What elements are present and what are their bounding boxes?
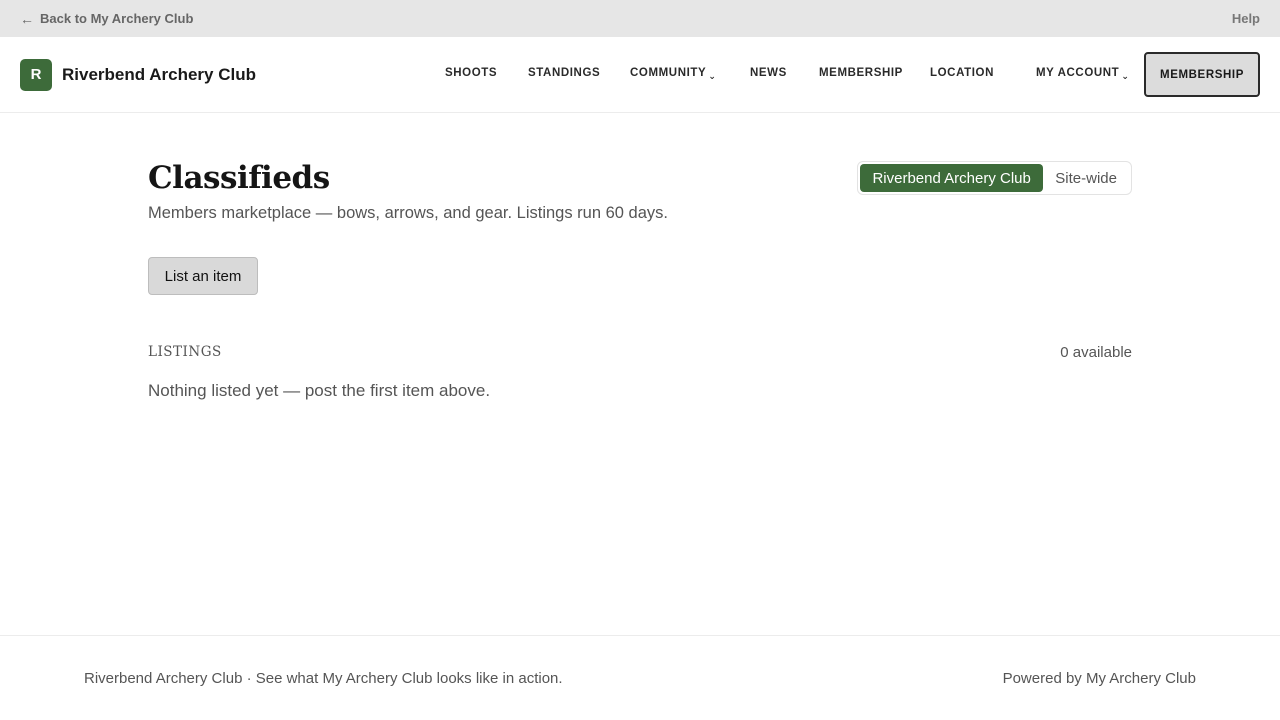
back-to-site-link[interactable]: ← Back to My Archery Club — [20, 11, 193, 27]
nav-item-shoots[interactable]: SHOOTS — [445, 67, 497, 79]
page-title: Classifieds — [148, 160, 330, 196]
nav-menu: SHOOTS STANDINGS COMMUNITY ⌄ NEWS MEMBERS… — [0, 37, 1280, 113]
main-navbar: R Riverbend Archery Club SHOOTS STANDING… — [0, 37, 1280, 113]
top-utility-bar: ← Back to My Archery Club Help — [0, 0, 1280, 37]
powered-by-link[interactable]: Powered by My Archery Club — [1003, 670, 1196, 687]
scope-option-club[interactable]: Riverbend Archery Club — [860, 164, 1044, 192]
nav-item-my-account[interactable]: MY ACCOUNT ⌄ — [1036, 67, 1130, 81]
nav-item-news[interactable]: NEWS — [750, 67, 787, 79]
help-link[interactable]: Help — [1232, 11, 1260, 26]
listings-count: 0 available — [1060, 344, 1132, 361]
empty-listings-message: Nothing listed yet — post the first item… — [148, 381, 491, 400]
nav-item-my-account-label: MY ACCOUNT — [1036, 67, 1120, 79]
chevron-down-icon: ⌄ — [1121, 71, 1130, 81]
scope-toggle: Riverbend Archery Club Site-wide — [857, 161, 1132, 195]
chevron-down-icon: ⌄ — [708, 71, 717, 81]
footer-tagline: Riverbend Archery Club · See what My Arc… — [84, 670, 563, 687]
page-footer: Riverbend Archery Club · See what My Arc… — [0, 635, 1280, 720]
scope-option-site-wide[interactable]: Site-wide — [1043, 164, 1129, 192]
listings-section-label: LISTINGS — [148, 344, 222, 360]
list-item-button[interactable]: List an item — [148, 257, 258, 295]
nav-item-membership[interactable]: MEMBERSHIP — [819, 67, 903, 79]
nav-item-community[interactable]: COMMUNITY ⌄ — [630, 67, 717, 81]
nav-item-community-label: COMMUNITY — [630, 67, 707, 79]
nav-item-location[interactable]: LOCATION — [930, 67, 994, 79]
arrow-left-icon: ← — [20, 10, 34, 27]
nav-item-standings[interactable]: STANDINGS — [528, 67, 600, 79]
page-subtitle: Members marketplace — bows, arrows, and … — [148, 204, 668, 222]
back-link-label: Back to My Archery Club — [40, 11, 194, 26]
membership-cta-button[interactable]: MEMBERSHIP — [1144, 52, 1260, 97]
